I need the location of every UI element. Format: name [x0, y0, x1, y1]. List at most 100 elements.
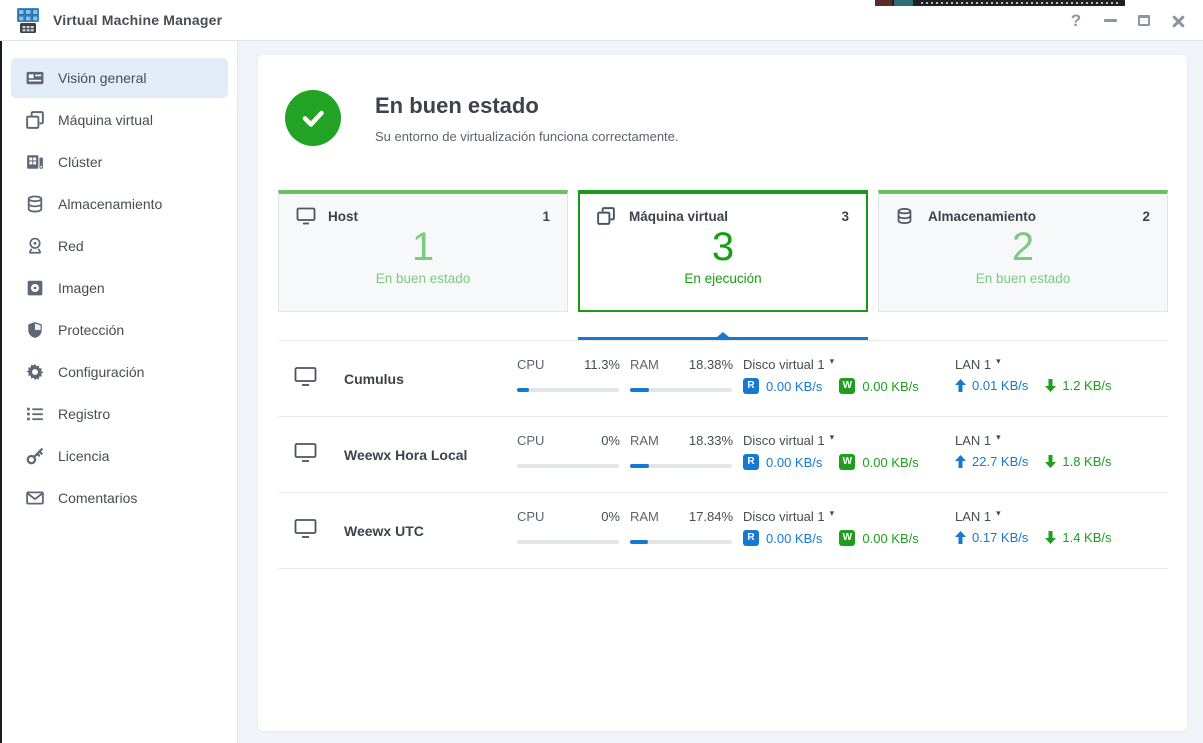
healthy-check-icon — [285, 90, 341, 146]
card-status: En buen estado — [879, 271, 1167, 286]
disk-write-value: 0.00 KB/s — [862, 379, 918, 394]
sidebar-item-network[interactable]: Red — [11, 226, 228, 266]
main-area: En buen estado Su entorno de virtualizac… — [238, 41, 1203, 743]
status-subtitle: Su entorno de virtualización funciona co… — [375, 129, 679, 144]
card-virtual-machine[interactable]: Máquina virtual 3 3 En ejecución — [578, 190, 868, 312]
card-big-number: 2 — [879, 225, 1167, 269]
ram-value: 18.33% — [689, 433, 733, 448]
overview-panel: En buen estado Su entorno de virtualizac… — [258, 55, 1187, 731]
write-badge: W — [839, 530, 855, 546]
help-icon[interactable]: ? — [1064, 9, 1088, 33]
card-count: 2 — [1142, 209, 1150, 224]
disk-select[interactable]: Disco virtual 1 — [743, 509, 825, 524]
ram-value: 17.84% — [689, 509, 733, 524]
cpu-value: 0% — [601, 509, 620, 524]
card-status: En buen estado — [279, 271, 567, 286]
vm-list: Cumulus CPU11.3% RAM18.38% Disco virtual… — [278, 340, 1168, 569]
disk-write-value: 0.00 KB/s — [862, 455, 918, 470]
window-controls: ? — [1059, 0, 1195, 41]
caret-down-icon[interactable] — [996, 432, 1001, 443]
lan-select[interactable]: LAN 1 — [955, 433, 991, 448]
minimize-icon[interactable] — [1098, 9, 1122, 33]
vm-icon — [26, 111, 44, 129]
sidebar-item-label: Clúster — [58, 154, 102, 170]
vm-monitor-icon — [294, 518, 317, 543]
cluster-icon — [26, 153, 44, 171]
ram-progressbar — [630, 388, 732, 392]
caret-down-icon[interactable] — [830, 356, 835, 367]
sidebar-item-license[interactable]: Licencia — [11, 436, 228, 476]
caret-down-icon[interactable] — [830, 508, 835, 519]
sidebar: Visión general Máquina virtual Clúster A… — [2, 41, 238, 743]
card-storage[interactable]: Almacenamiento 2 2 En buen estado — [878, 190, 1168, 312]
sidebar-item-cluster[interactable]: Clúster — [11, 142, 228, 182]
close-icon[interactable] — [1166, 9, 1190, 33]
sidebar-item-feedback[interactable]: Comentarios — [11, 478, 228, 518]
sidebar-item-settings[interactable]: Configuración — [11, 352, 228, 392]
cpu-value: 11.3% — [584, 357, 620, 372]
sidebar-item-virtual-machine[interactable]: Máquina virtual — [11, 100, 228, 140]
download-arrow-icon — [1045, 379, 1056, 392]
card-label: Host — [328, 209, 358, 224]
read-badge: R — [743, 378, 759, 394]
sidebar-item-image[interactable]: Imagen — [11, 268, 228, 308]
sidebar-item-label: Imagen — [58, 280, 105, 296]
disk-select[interactable]: Disco virtual 1 — [743, 433, 825, 448]
cpu-label: CPU — [517, 433, 544, 448]
write-badge: W — [839, 378, 855, 394]
vm-name: Weewx UTC — [344, 523, 424, 539]
sidebar-item-protection[interactable]: Protección — [11, 310, 228, 350]
cpu-progressbar — [517, 388, 619, 392]
vm-row-weewx-utc[interactable]: Weewx UTC CPU 0% RAM 17.84% Disco virtual … — [278, 493, 1168, 569]
disk-read-value: 0.00 KB/s — [766, 379, 822, 394]
disk-write-value: 0.00 KB/s — [862, 531, 918, 546]
sidebar-item-log[interactable]: Registro — [11, 394, 228, 434]
caret-down-icon[interactable] — [996, 508, 1001, 519]
ram-progressbar — [630, 464, 732, 468]
taskbar-teal-fragment — [894, 0, 913, 6]
vm-name: Cumulus — [344, 371, 404, 387]
caret-down-icon[interactable] — [830, 432, 835, 443]
sidebar-item-overview[interactable]: Visión general — [11, 58, 228, 98]
taskbar-red-fragment — [875, 0, 892, 6]
sidebar-item-label: Red — [58, 238, 84, 254]
sidebar-item-label: Configuración — [58, 364, 144, 380]
lan-down-value: 1.8 KB/s — [1062, 454, 1111, 469]
vm-monitor-icon — [294, 442, 317, 467]
lan-down-value: 1.4 KB/s — [1062, 530, 1111, 545]
lan-select[interactable]: LAN 1 — [955, 357, 991, 372]
sidebar-item-storage[interactable]: Almacenamiento — [11, 184, 228, 224]
disk-select[interactable]: Disco virtual 1 — [743, 357, 825, 372]
titlebar: Virtual Machine Manager ? — [0, 0, 1203, 41]
storage-icon — [896, 207, 916, 225]
vmm-window: Virtual Machine Manager ? Visión general… — [0, 0, 1203, 743]
vm-monitor-icon — [294, 366, 317, 391]
vmm-app-icon — [13, 7, 43, 34]
storage-icon — [26, 195, 44, 213]
mail-icon — [26, 489, 44, 507]
app-title: Virtual Machine Manager — [53, 0, 222, 41]
overview-icon — [26, 69, 44, 87]
caret-down-icon[interactable] — [996, 356, 1001, 367]
ram-label: RAM — [630, 509, 659, 524]
lan-up-value: 0.17 KB/s — [972, 530, 1028, 545]
cpu-label: CPU — [517, 509, 544, 524]
sidebar-item-label: Almacenamiento — [58, 196, 162, 212]
ram-label: RAM — [630, 357, 659, 372]
vm-row-cumulus[interactable]: Cumulus CPU11.3% RAM18.38% Disco virtual… — [278, 341, 1168, 417]
sidebar-item-label: Protección — [58, 322, 124, 338]
write-badge: W — [839, 454, 855, 470]
disk-read-value: 0.00 KB/s — [766, 531, 822, 546]
maximize-icon[interactable] — [1132, 9, 1156, 33]
card-host[interactable]: Host 1 1 En buen estado — [278, 190, 568, 312]
card-big-number: 3 — [580, 225, 866, 269]
card-count: 1 — [542, 209, 550, 224]
window-left-edge — [0, 41, 2, 743]
desktop-taskbar-artifact — [875, 0, 1125, 6]
network-icon — [26, 237, 44, 255]
vm-row-weewx-hora-local[interactable]: Weewx Hora Local CPU0% RAM18.33% Disco v… — [278, 417, 1168, 493]
upload-arrow-icon — [955, 379, 966, 392]
sidebar-item-label: Máquina virtual — [58, 112, 153, 128]
upload-arrow-icon — [955, 531, 966, 544]
lan-select[interactable]: LAN 1 — [955, 509, 991, 524]
